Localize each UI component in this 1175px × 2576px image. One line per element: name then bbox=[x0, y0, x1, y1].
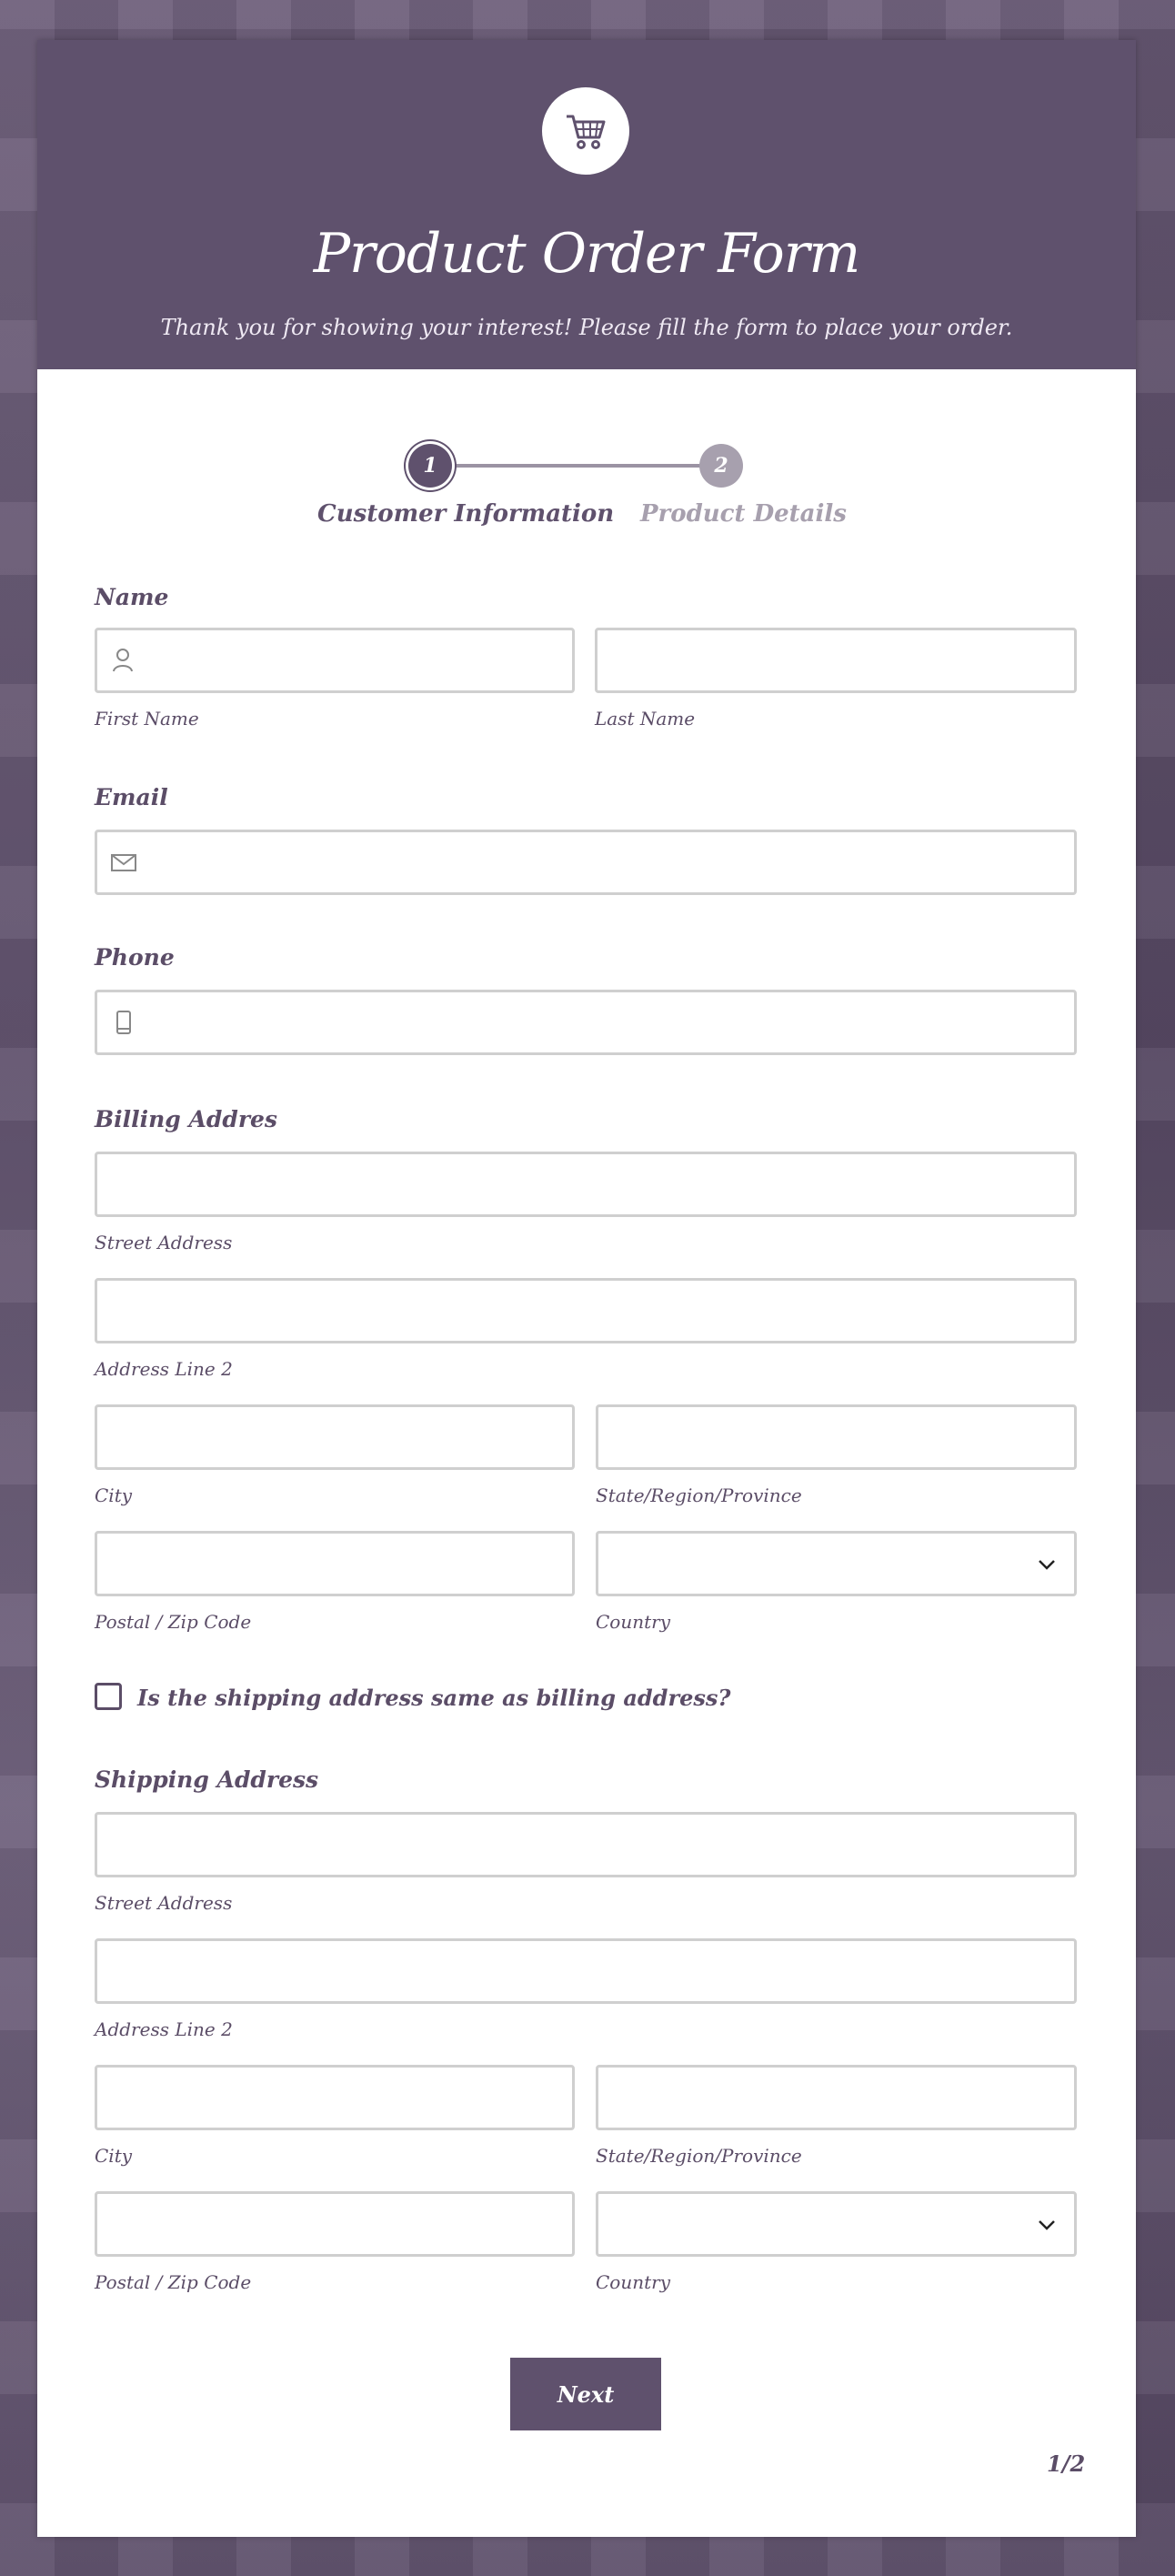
shipping-street-sublabel: Street Address bbox=[95, 1892, 233, 1914]
shipping-postal-input[interactable] bbox=[95, 2191, 575, 2257]
shipping-line2-sublabel: Address Line 2 bbox=[95, 2018, 233, 2040]
user-icon bbox=[113, 649, 133, 672]
form-title: Product Order Form bbox=[313, 222, 861, 286]
chevron-down-icon bbox=[1039, 1560, 1055, 1570]
shipping-country-sublabel: Country bbox=[596, 2271, 671, 2293]
last-name-sublabel: Last Name bbox=[595, 708, 696, 730]
phone-input[interactable] bbox=[95, 990, 1077, 1055]
cart-badge bbox=[542, 87, 629, 175]
step-connector bbox=[435, 464, 728, 468]
shipping-address-label: Shipping Address bbox=[95, 1766, 319, 1793]
name-label: Name bbox=[95, 584, 169, 610]
billing-street-sublabel: Street Address bbox=[95, 1232, 233, 1253]
first-name-sublabel: First Name bbox=[95, 708, 199, 730]
same-as-billing-checkbox[interactable] bbox=[95, 1683, 122, 1710]
step-2-label: Product Details bbox=[640, 500, 847, 528]
billing-line2-input[interactable] bbox=[95, 1278, 1077, 1343]
step-1-indicator[interactable]: 1 bbox=[408, 444, 452, 488]
shipping-state-sublabel: State/Region/Province bbox=[596, 2145, 802, 2167]
shipping-street-input[interactable] bbox=[95, 1812, 1077, 1877]
billing-city-sublabel: City bbox=[95, 1484, 133, 1506]
phone-icon bbox=[116, 1011, 131, 1034]
billing-country-sublabel: Country bbox=[596, 1611, 671, 1633]
shopping-cart-icon bbox=[567, 115, 606, 149]
billing-street-input[interactable] bbox=[95, 1152, 1077, 1217]
last-name-input[interactable] bbox=[595, 628, 1077, 693]
shipping-city-sublabel: City bbox=[95, 2145, 133, 2167]
billing-state-sublabel: State/Region/Province bbox=[596, 1484, 802, 1506]
same-as-billing-label[interactable]: Is the shipping address same as billing … bbox=[137, 1685, 730, 1711]
email-label: Email bbox=[95, 784, 168, 810]
phone-label: Phone bbox=[95, 944, 175, 971]
form-card: Product Order Form Thank you for showing… bbox=[37, 40, 1136, 2537]
billing-postal-input[interactable] bbox=[95, 1531, 575, 1596]
form-header: Product Order Form Thank you for showing… bbox=[37, 40, 1136, 369]
shipping-state-input[interactable] bbox=[596, 2065, 1077, 2130]
progress-steps: 1 2 Customer Information Product Details bbox=[37, 422, 1136, 531]
next-button[interactable]: Next bbox=[510, 2358, 661, 2430]
billing-country-select[interactable] bbox=[596, 1531, 1077, 1596]
billing-postal-sublabel: Postal / Zip Code bbox=[95, 1611, 252, 1633]
shipping-country-select[interactable] bbox=[596, 2191, 1077, 2257]
first-name-input[interactable] bbox=[95, 628, 575, 693]
shipping-city-input[interactable] bbox=[95, 2065, 575, 2130]
billing-line2-sublabel: Address Line 2 bbox=[95, 1358, 233, 1380]
email-input[interactable] bbox=[95, 830, 1077, 895]
billing-address-label: Billing Addres bbox=[95, 1106, 277, 1132]
shipping-line2-input[interactable] bbox=[95, 1938, 1077, 2004]
chevron-down-icon bbox=[1039, 2220, 1055, 2230]
step-2-indicator[interactable]: 2 bbox=[699, 444, 743, 488]
billing-city-input[interactable] bbox=[95, 1404, 575, 1470]
shipping-postal-sublabel: Postal / Zip Code bbox=[95, 2271, 252, 2293]
page-indicator: 1/2 bbox=[1047, 2450, 1086, 2477]
form-subtitle: Thank you for showing your interest! Ple… bbox=[160, 315, 1013, 340]
billing-state-input[interactable] bbox=[596, 1404, 1077, 1470]
step-1-label: Customer Information bbox=[317, 500, 615, 528]
envelope-icon bbox=[111, 854, 136, 871]
